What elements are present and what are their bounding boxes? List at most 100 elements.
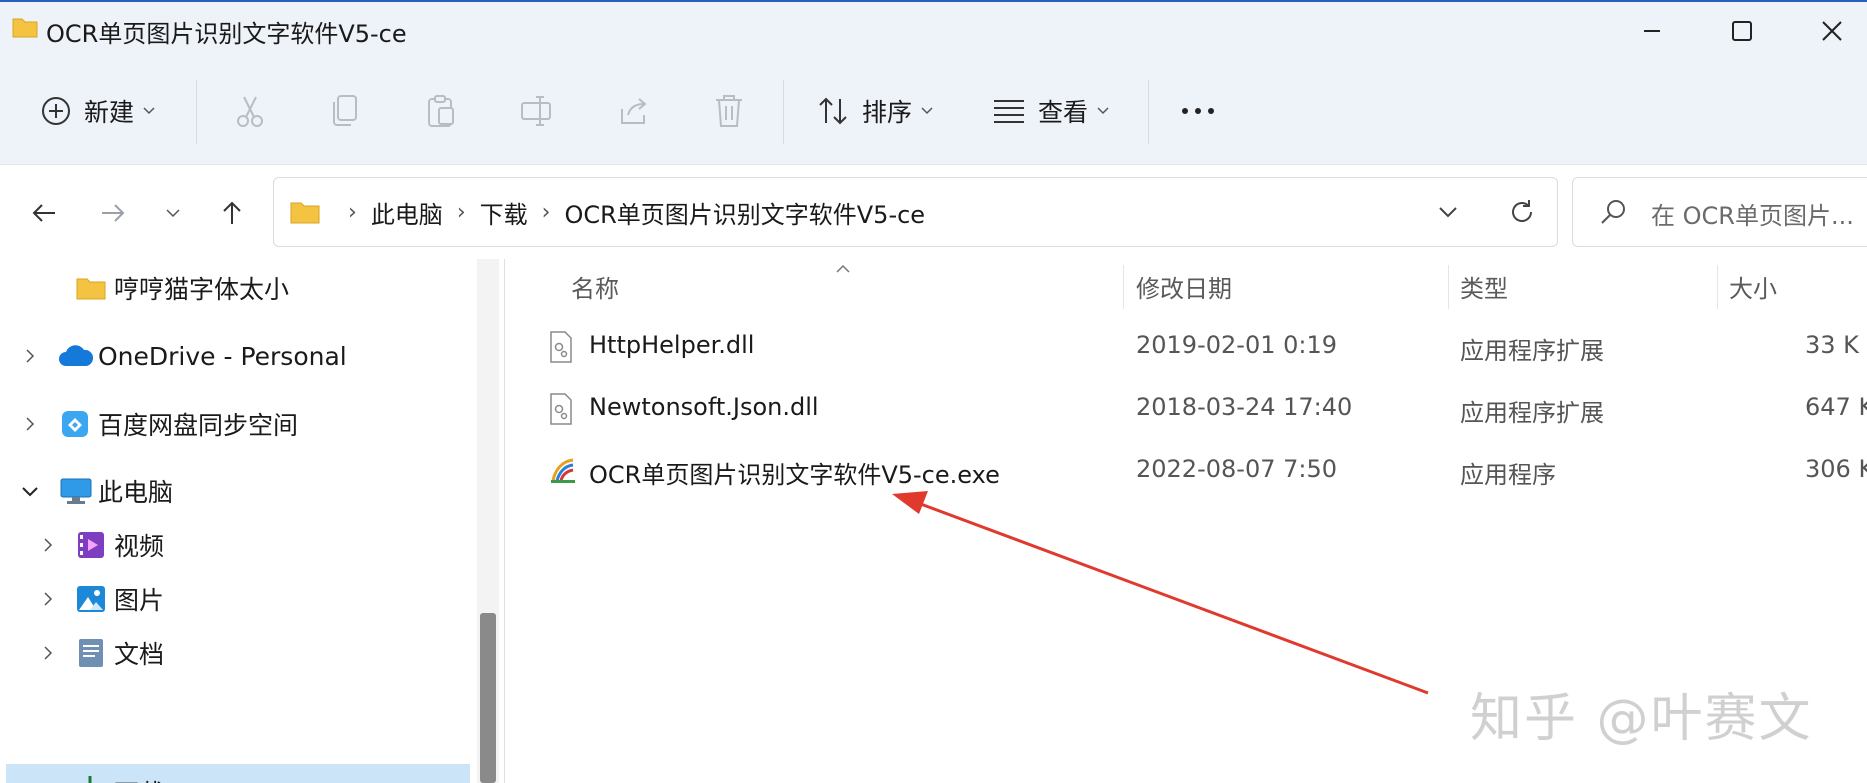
sidebar-item-videos[interactable]: 视频 <box>0 516 470 574</box>
documents-icon <box>78 638 104 668</box>
view-label: 查看 <box>1038 98 1089 127</box>
file-type: 应用程序扩展 <box>1460 399 1604 427</box>
copy-button[interactable] <box>330 86 360 136</box>
sidebar-item-label: 下载 <box>114 774 164 783</box>
chevron-right-icon[interactable] <box>36 587 60 611</box>
up-button[interactable] <box>212 193 252 233</box>
column-divider[interactable] <box>1123 265 1124 309</box>
breadcrumb-current-folder[interactable]: OCR单页图片识别文字软件V5-ce <box>564 195 925 230</box>
column-header-type[interactable]: 类型 <box>1460 269 1508 304</box>
sort-icon <box>819 97 847 125</box>
new-label: 新建 <box>84 98 135 127</box>
rename-icon <box>521 96 551 126</box>
table-row[interactable]: OCR单页图片识别文字软件V5-ce.exe 2022-08-07 7:50 应… <box>505 443 1867 501</box>
folder-icon <box>12 16 38 42</box>
toolbar-divider <box>1148 80 1149 144</box>
folder-icon <box>76 276 106 300</box>
sidebar-item-label: 此电脑 <box>98 478 174 507</box>
breadcrumb: › 此电脑 › 下载 › OCR单页图片识别文字软件V5-ce <box>290 178 925 246</box>
chevron-down-icon <box>166 209 180 218</box>
minimize-button[interactable] <box>1607 6 1697 56</box>
dll-file-icon <box>549 393 573 429</box>
sidebar-item-label: 哼哼猫字体太小 <box>114 275 290 304</box>
column-divider[interactable] <box>1448 265 1449 309</box>
baidu-netdisk-icon <box>60 409 90 439</box>
sidebar-item-label: 视频 <box>114 532 165 561</box>
sidebar-item-label: 百度网盘同步空间 <box>98 411 299 440</box>
more-options-button[interactable] <box>1180 86 1216 136</box>
close-button[interactable] <box>1787 6 1867 56</box>
rename-button[interactable] <box>520 86 554 136</box>
arrow-left-icon <box>32 204 55 222</box>
search-icon <box>1599 198 1627 230</box>
table-row[interactable]: Newtonsoft.Json.dll 2018-03-24 17:40 应用程… <box>505 381 1867 439</box>
chevron-down-icon <box>143 107 155 115</box>
file-size: 33 K <box>1805 331 1859 359</box>
sidebar-item-hengheng-mao[interactable]: 哼哼猫字体太小 <box>0 259 470 317</box>
breadcrumb-separator: › <box>348 199 357 225</box>
chevron-down-icon <box>921 107 933 115</box>
sidebar-item-documents[interactable]: 文档 <box>0 624 470 682</box>
folder-icon <box>290 200 320 224</box>
file-name: HttpHelper.dll <box>589 331 755 359</box>
chevron-right-icon[interactable] <box>36 533 60 557</box>
file-size: 306 K <box>1805 455 1867 483</box>
navigation-pane: 哼哼猫字体太小 OneDrive - Personal 百度网盘同步空间 此电脑 <box>0 259 477 783</box>
breadcrumb-separator: › <box>541 199 551 225</box>
pictures-icon <box>76 585 106 613</box>
search-box[interactable]: 在 OCR单页图片... <box>1572 177 1867 247</box>
share-button[interactable] <box>618 86 650 136</box>
sidebar-item-onedrive[interactable]: OneDrive - Personal <box>0 327 470 385</box>
share-icon <box>621 98 647 124</box>
new-button[interactable]: 新建 <box>40 86 156 136</box>
clipboard-icon <box>428 95 454 127</box>
maximize-button[interactable] <box>1697 6 1787 56</box>
sidebar-item-label: OneDrive - Personal <box>98 341 347 371</box>
file-type: 应用程序扩展 <box>1460 337 1604 365</box>
close-icon <box>1822 21 1842 41</box>
column-header-date[interactable]: 修改日期 <box>1136 269 1232 304</box>
minimize-icon <box>1644 30 1660 32</box>
delete-button[interactable] <box>714 86 744 136</box>
sidebar-item-downloads[interactable]: 下载 <box>6 764 470 783</box>
chevron-right-icon[interactable] <box>18 344 42 368</box>
chevron-right-icon[interactable] <box>18 412 42 436</box>
search-input[interactable]: 在 OCR单页图片... <box>1651 196 1854 231</box>
sort-button[interactable]: 排序 <box>816 86 934 136</box>
chevron-right-icon[interactable] <box>36 641 60 665</box>
breadcrumb-this-pc[interactable]: 此电脑 <box>371 195 443 230</box>
sidebar-item-baidu-netdisk[interactable]: 百度网盘同步空间 <box>0 395 470 453</box>
refresh-button[interactable] <box>1504 194 1540 234</box>
cut-button[interactable] <box>234 86 266 136</box>
chevron-down-icon[interactable] <box>18 479 42 503</box>
address-history-button[interactable] <box>1430 194 1466 234</box>
paste-button[interactable] <box>426 86 456 136</box>
arrow-up-icon <box>223 201 241 224</box>
chevron-down-icon <box>1439 207 1457 218</box>
onedrive-icon <box>58 344 94 368</box>
scissors-icon <box>237 96 263 127</box>
file-date: 2018-03-24 17:40 <box>1136 393 1353 421</box>
sidebar-item-pictures[interactable]: 图片 <box>0 570 470 628</box>
sidebar-scrollbar-thumb[interactable] <box>480 613 496 783</box>
list-view-icon <box>994 100 1024 123</box>
sidebar-item-label: 文档 <box>114 640 165 669</box>
file-size: 647 K <box>1805 393 1867 421</box>
forward-button[interactable] <box>93 193 133 233</box>
table-row[interactable]: HttpHelper.dll 2019-02-01 0:19 应用程序扩展 33… <box>505 319 1867 377</box>
column-header-name[interactable]: 名称 <box>571 269 619 304</box>
column-header-size[interactable]: 大小 <box>1729 269 1777 304</box>
address-bar[interactable]: › 此电脑 › 下载 › OCR单页图片识别文字软件V5-ce <box>273 177 1558 247</box>
sidebar-item-this-pc[interactable]: 此电脑 <box>0 462 470 520</box>
window-title: OCR单页图片识别文字软件V5-ce <box>46 20 407 48</box>
file-date: 2022-08-07 7:50 <box>1136 455 1337 483</box>
recent-locations-button[interactable] <box>153 193 193 233</box>
file-type: 应用程序 <box>1460 461 1556 489</box>
view-button[interactable]: 查看 <box>992 86 1110 136</box>
back-button[interactable] <box>24 193 64 233</box>
plus-circle-icon <box>42 97 70 125</box>
breadcrumb-downloads[interactable]: 下载 <box>480 195 528 230</box>
dll-file-icon <box>549 331 573 367</box>
arrow-right-icon <box>102 204 125 222</box>
column-divider[interactable] <box>1717 265 1718 309</box>
